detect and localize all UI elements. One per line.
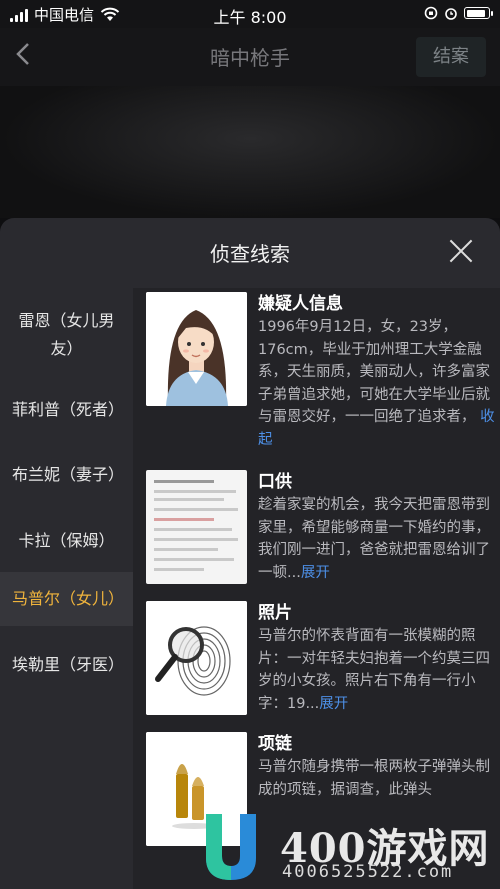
nav-bar: 暗中枪手 结案 (0, 28, 500, 86)
clue-title: 口供 (258, 472, 292, 492)
sheet-title: 侦查线索 (210, 242, 290, 266)
clue-text: 马普尔的怀表背面有一张模糊的照片：一对年轻夫妇抱着一个约莫三四岁的小女孩。照片右… (258, 625, 498, 715)
expand-link[interactable]: 展开 (319, 696, 348, 712)
status-bar: 中国电信 上午 8:00 (0, 0, 500, 28)
clue-body-text: 马普尔随身携带一根两枚子弹弹头制成的项链，据调查，此弹头 (258, 759, 490, 798)
sidebar-item-label: 菲利普（死者） (12, 400, 125, 419)
sidebar-item-britney[interactable]: 布兰妮（妻子） (0, 440, 133, 510)
sidebar-item-lei-en[interactable]: 雷恩（女儿男友） (0, 290, 133, 380)
sidebar-item-marple[interactable]: 马普尔（女儿） (0, 572, 133, 626)
expand-link[interactable]: 展开 (301, 565, 330, 581)
magnifier-fingerprint-icon (146, 601, 247, 715)
clue-text: 趁着家宴的机会，我今天把雷恩带到家里，希望能够商量一下婚约的事，我们刚一进门，爸… (258, 494, 498, 584)
background-scene (0, 86, 500, 218)
clue-title: 嫌疑人信息 (258, 294, 343, 314)
status-right (424, 6, 493, 20)
sidebar-item-philip[interactable]: 菲利普（死者） (0, 380, 133, 440)
clues-sheet: 侦查线索 雷恩（女儿男友） 菲利普（死者） 布兰妮（妻子） 卡拉（保姆） 马普尔… (0, 218, 500, 889)
alarm-icon (445, 8, 457, 20)
clue-list: 嫌疑人信息 1996年9月12日，女，23岁，176cm，毕业于加州理工大学金融… (133, 288, 500, 889)
clue-body-text: 马普尔的怀表背面有一张模糊的照片：一对年轻夫妇抱着一个约莫三四岁的小女孩。照片右… (258, 628, 490, 712)
clue-body-text: 趁着家宴的机会，我今天把雷恩带到家里，希望能够商量一下婚约的事，我们刚一进门，爸… (258, 497, 490, 581)
sidebar-item-label: 马普尔（女儿） (12, 589, 125, 608)
clue-text: 马普尔随身携带一根两枚子弹弹头制成的项链，据调查，此弹头 (258, 756, 498, 801)
sidebar-item-label: 布兰妮（妻子） (12, 465, 125, 484)
clue-title: 照片 (258, 603, 292, 623)
watermark-phone: 4006525522.com (282, 862, 454, 882)
sidebar-item-label: 雷恩（女儿男友） (18, 311, 115, 358)
battery-icon (464, 7, 493, 19)
sidebar-item-ellery[interactable]: 埃勒里（牙医） (0, 626, 133, 704)
clue-title: 项链 (258, 734, 292, 754)
brand-u-logo-icon (206, 814, 256, 880)
sidebar-item-label: 埃勒里（牙医） (12, 655, 125, 674)
suspect-sidebar: 雷恩（女儿男友） 菲利普（死者） 布兰妮（妻子） 卡拉（保姆） 马普尔（女儿） … (0, 290, 133, 889)
sidebar-item-label: 卡拉（保姆） (18, 531, 115, 550)
close-case-button[interactable]: 结案 (416, 37, 486, 77)
clue-text: 1996年9月12日，女，23岁，176cm，毕业于加州理工大学金融系，天生丽质… (258, 316, 498, 452)
woman-avatar-icon (146, 292, 247, 406)
rotation-lock-icon (424, 6, 438, 20)
sidebar-item-kara[interactable]: 卡拉（保姆） (0, 510, 133, 572)
clue-body-text: 1996年9月12日，女，23岁，176cm，毕业于加州理工大学金融系，天生丽质… (258, 319, 490, 426)
close-icon[interactable] (448, 238, 474, 264)
document-icon (146, 470, 247, 584)
watermark-logo: 400游戏网 4006525522.com (200, 808, 500, 889)
